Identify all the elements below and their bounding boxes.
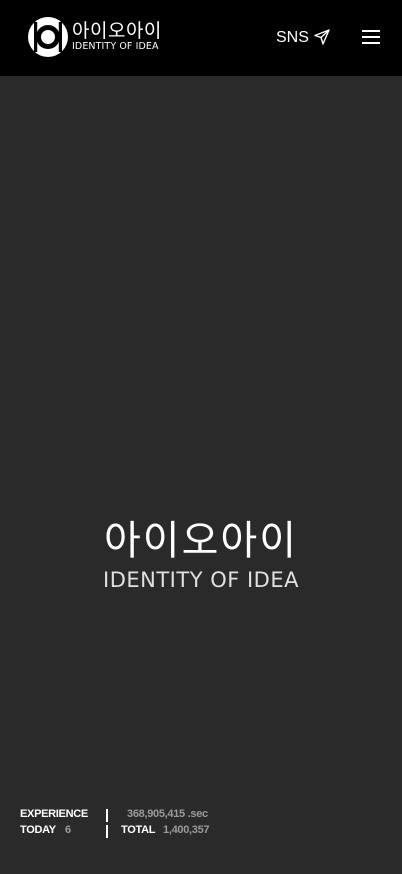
hamburger-menu-icon[interactable]	[361, 27, 381, 47]
header: 아이오아이 IDENTITY OF IDEA SNS	[0, 0, 402, 76]
today-value: 6	[65, 824, 71, 836]
logo-link[interactable]: 아이오아이 IDENTITY OF IDEA	[28, 17, 162, 57]
stat-divider	[106, 825, 108, 838]
logo-english-text: IDENTITY OF IDEA	[72, 41, 159, 52]
sns-button[interactable]: SNS	[276, 28, 331, 48]
experience-label: EXPERIENCE	[20, 808, 88, 820]
stat-divider	[106, 809, 108, 822]
page: 아이오아이 IDENTITY OF IDEA SNS 아이오아이 IDENTIT…	[0, 0, 402, 874]
hero-logo: 아이오아이 IDENTITY OF IDEA	[88, 518, 314, 592]
today-label: TODAY	[20, 824, 56, 836]
send-icon	[314, 28, 330, 45]
hero-english-text: IDENTITY OF IDEA	[103, 568, 299, 592]
logo-korean-text: 아이오아이	[72, 20, 162, 42]
logo-mark-icon	[28, 17, 68, 57]
experience-value: 368,905,415 .sec	[127, 808, 208, 820]
total-value: 1,400,357	[163, 824, 210, 836]
total-label: TOTAL	[121, 824, 156, 836]
hero-korean-text: 아이오아이	[104, 518, 298, 564]
sns-label: SNS	[276, 29, 309, 46]
logo-text: 아이오아이 IDENTITY OF IDEA	[72, 21, 162, 53]
